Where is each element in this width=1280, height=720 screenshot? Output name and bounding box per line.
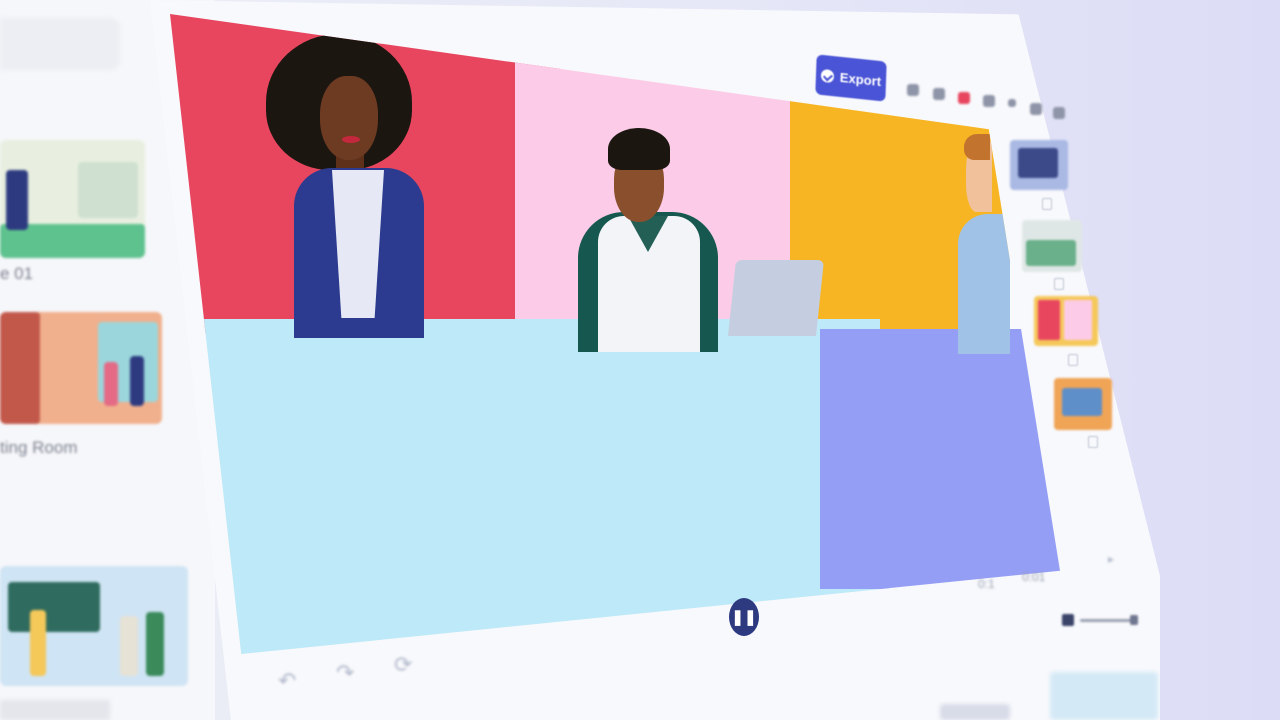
pause-button[interactable]: ❚❚ <box>729 598 759 636</box>
scene-strip <box>1002 122 1117 592</box>
template-label: e 01 <box>0 264 34 283</box>
scene-thumbnail[interactable] <box>1054 378 1112 430</box>
lock-icon[interactable] <box>1030 103 1042 115</box>
speed-readout[interactable]: 0:01 <box>1022 570 1045 584</box>
grid-icon[interactable] <box>1008 99 1016 107</box>
scene-transition-icon[interactable] <box>1088 436 1098 448</box>
media-thumbnail[interactable] <box>940 704 1010 720</box>
reset-icon[interactable]: ⟳ <box>394 652 412 678</box>
search-input[interactable] <box>0 18 120 70</box>
template-thumbnail-classroom[interactable] <box>0 566 188 686</box>
delete-icon[interactable] <box>958 92 970 104</box>
character-man-hair <box>608 128 670 170</box>
scene-thumbnail[interactable] <box>1034 296 1098 346</box>
export-button[interactable]: Export <box>815 54 887 102</box>
character-woman-lips <box>342 136 360 143</box>
template-label: ting Room <box>0 438 78 457</box>
zoom-readout[interactable]: 0:1 <box>978 577 995 591</box>
redo-icon[interactable]: ↷ <box>336 660 354 686</box>
duplicate-icon[interactable] <box>907 84 919 96</box>
copy-icon[interactable] <box>933 88 945 100</box>
character-right-hair <box>964 134 990 160</box>
scene-transition-icon[interactable] <box>1068 354 1078 366</box>
pause-icon: ❚❚ <box>731 609 757 626</box>
undo-icon[interactable]: ↶ <box>278 668 296 694</box>
scene-thumbnail[interactable] <box>1010 140 1068 190</box>
export-label: Export <box>839 69 882 89</box>
template-label <box>0 700 110 720</box>
export-icon <box>820 68 835 83</box>
more-icon[interactable] <box>1053 107 1065 119</box>
scene-transition-icon[interactable] <box>1042 198 1052 210</box>
fullscreen-icon[interactable]: ▸ <box>1108 552 1114 566</box>
user-icon[interactable] <box>983 95 995 107</box>
scene-thumbnail[interactable] <box>1022 220 1082 272</box>
template-thumbnail-office[interactable] <box>0 140 145 258</box>
volume-slider[interactable] <box>1062 610 1142 630</box>
media-thumbnail[interactable] <box>1050 672 1158 720</box>
template-thumbnail-meeting-room[interactable] <box>0 312 162 424</box>
laptop-icon <box>728 260 824 336</box>
character-woman-face <box>320 76 378 160</box>
scene-transition-icon[interactable] <box>1054 278 1064 290</box>
